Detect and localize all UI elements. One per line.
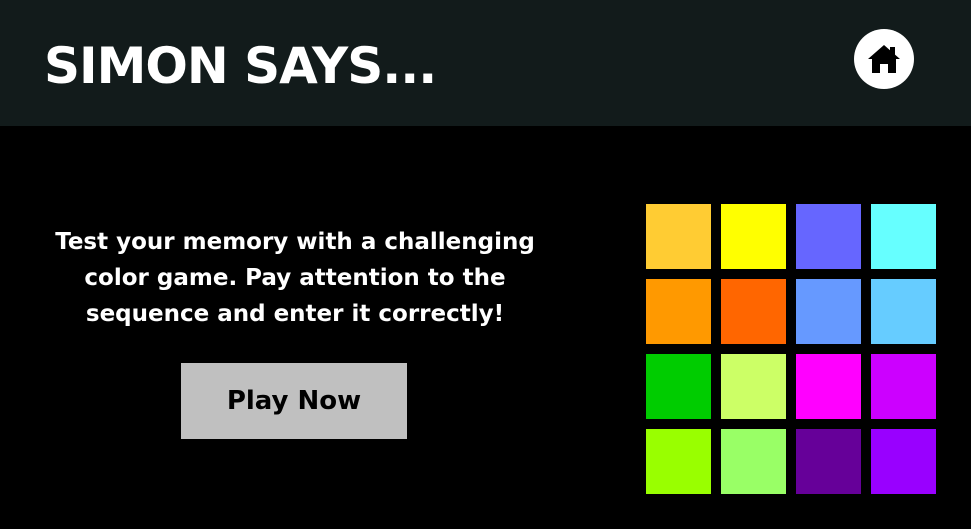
color-tile[interactable] (721, 204, 786, 269)
header-bar: SIMON SAYS... (0, 0, 971, 126)
color-tile[interactable] (646, 429, 711, 494)
color-tile[interactable] (871, 204, 936, 269)
home-icon (866, 42, 902, 76)
color-tile[interactable] (871, 279, 936, 344)
color-tile[interactable] (721, 429, 786, 494)
color-tile[interactable] (646, 354, 711, 419)
color-tile[interactable] (721, 279, 786, 344)
color-tile[interactable] (646, 204, 711, 269)
color-tile[interactable] (721, 354, 786, 419)
color-tile[interactable] (871, 429, 936, 494)
intro-text: Test your memory with a challenging colo… (55, 229, 535, 327)
page-title: SIMON SAYS... (44, 37, 437, 95)
color-tile-grid (646, 204, 936, 494)
color-tile[interactable] (796, 354, 861, 419)
home-button[interactable] (854, 29, 914, 89)
play-now-button[interactable]: Play Now (181, 363, 407, 439)
color-tile[interactable] (871, 354, 936, 419)
color-tile[interactable] (796, 204, 861, 269)
color-tile[interactable] (796, 429, 861, 494)
color-tile[interactable] (646, 279, 711, 344)
color-tile[interactable] (796, 279, 861, 344)
